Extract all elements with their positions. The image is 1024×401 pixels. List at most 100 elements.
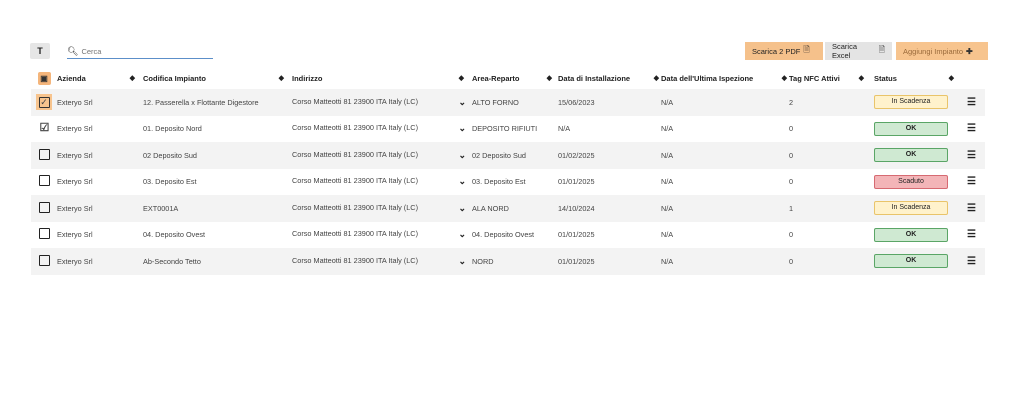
col-data-install[interactable]: Data di Installazione ◆ — [558, 67, 661, 89]
cell-codifica: 01. Deposito Nord — [143, 124, 202, 134]
cell-data-ispezione: N/A — [661, 89, 789, 116]
cell-area: 04. Deposito Ovest — [472, 230, 535, 240]
address-text: Corso Matteotti 81 23900 ITA Italy (LC) — [292, 255, 418, 265]
cell-indirizzo[interactable]: Corso Matteotti 81 23900 ITA Italy (LC) ⌄ — [292, 116, 472, 143]
table-header-row: ▣ Azienda ◆ Codifica Impianto ◆ Indirizzo ◆… — [31, 67, 985, 89]
table-row[interactable]: Exteryo Srl 02 Deposito Sud Corso Matteott… — [31, 142, 985, 169]
chevron-down-icon[interactable]: ⌄ — [458, 256, 466, 267]
col-codifica[interactable]: Codifica Impianto ◆ — [143, 67, 292, 89]
cell-data-install: 01/01/2025 — [558, 177, 595, 187]
row-checkbox[interactable] — [38, 175, 50, 187]
cell-data-install: 01/02/2025 — [558, 142, 661, 169]
add-plant-button[interactable]: Aggiungi Impianto ✚ — [896, 42, 988, 60]
cell-data-ispezione: N/A — [661, 230, 674, 240]
chevron-down-icon[interactable]: ⌄ — [458, 150, 466, 161]
col-data-ispezione[interactable]: Data dell'Ultima Ispezione ◆ — [661, 67, 789, 89]
table-row[interactable]: Exteryo Srl EXT0001A Corso Matteotti 81 23… — [31, 195, 985, 222]
row-checkbox[interactable]: ✓ — [36, 94, 52, 111]
col-indirizzo[interactable]: Indirizzo ◆ — [292, 67, 472, 89]
cell-status: OK — [874, 116, 958, 143]
search-input[interactable] — [81, 46, 202, 56]
cell-data-ispezione: N/A — [661, 248, 789, 275]
sort-icon: ◆ — [129, 74, 135, 82]
cell-indirizzo[interactable]: Corso Matteotti 81 23900 ITA Italy (LC) ⌄ — [292, 195, 472, 222]
download-excel-button[interactable]: Scarica Excel 🗎 — [825, 42, 892, 60]
chevron-down-icon[interactable]: ⌄ — [458, 176, 466, 187]
cell-status: OK — [874, 222, 958, 249]
filter-icon: T — [37, 46, 43, 56]
cell-status: In Scadenza — [874, 195, 958, 222]
status-badge: OK — [874, 121, 948, 136]
address-text: Corso Matteotti 81 23900 ITA Italy (LC) — [292, 149, 418, 159]
row-checkbox[interactable] — [38, 254, 50, 266]
search-icon: 🔍︎ — [67, 45, 79, 56]
col-tag-nfc[interactable]: Tag NFC Attivi ◆ — [789, 67, 874, 89]
cell-azienda: Exteryo Srl — [57, 230, 93, 240]
col-indirizzo-label: Indirizzo — [292, 73, 323, 83]
cell-status: OK — [874, 142, 958, 169]
row-menu-icon[interactable]: ☰ — [958, 169, 985, 196]
cell-data-install: 01/01/2025 — [558, 230, 595, 240]
table-row[interactable]: Exteryo Srl Ab-Secondo Tetto Corso Matteot… — [31, 248, 985, 275]
row-menu-icon[interactable]: ☰ — [958, 195, 985, 222]
sort-icon: ◆ — [948, 74, 954, 82]
cell-tag-nfc: 0 — [789, 177, 794, 187]
cell-area: ALA NORD — [472, 195, 558, 222]
cell-area: ALTO FORNO — [472, 89, 558, 116]
col-status[interactable]: Status ◆ — [874, 67, 958, 89]
address-text: Corso Matteotti 81 23900 ITA Italy (LC) — [292, 176, 418, 186]
row-checkbox[interactable] — [38, 201, 50, 213]
status-badge: OK — [874, 227, 948, 242]
table-row[interactable]: ☑ Exteryo Srl 01. Deposito Nord Corso Matte… — [31, 116, 985, 143]
address-text: Corso Matteotti 81 23900 ITA Italy (LC) — [292, 123, 418, 133]
col-data-install-label: Data di Installazione — [558, 73, 631, 83]
filter-button[interactable]: T — [30, 43, 50, 59]
col-azienda[interactable]: Azienda ◆ — [57, 67, 143, 89]
chevron-down-icon[interactable]: ⌄ — [458, 203, 466, 214]
search-box[interactable]: 🔍︎ — [67, 44, 213, 59]
cell-area: 03. Deposito Est — [472, 177, 526, 187]
chevron-down-icon[interactable]: ⌄ — [458, 97, 466, 108]
cell-azienda: Exteryo Srl — [57, 195, 143, 222]
download-pdf-button[interactable]: Scarica 2 PDF 🗎 — [745, 42, 823, 60]
address-text: Corso Matteotti 81 23900 ITA Italy (LC) — [292, 229, 418, 239]
sort-icon: ◆ — [858, 74, 864, 82]
table-row[interactable]: ✓ Exteryo Srl 12. Passerella x Flottante D… — [31, 89, 985, 116]
cell-indirizzo[interactable]: Corso Matteotti 81 23900 ITA Italy (LC) ⌄ — [292, 89, 472, 116]
cell-indirizzo[interactable]: Corso Matteotti 81 23900 ITA Italy (LC) ⌄ — [292, 222, 472, 249]
cell-area: 02 Deposito Sud — [472, 142, 558, 169]
cell-tag-nfc: 0 — [789, 248, 874, 275]
row-menu-icon[interactable]: ☰ — [958, 248, 985, 275]
cell-azienda: Exteryo Srl — [57, 124, 93, 134]
row-checkbox[interactable] — [38, 228, 50, 240]
cell-azienda: Exteryo Srl — [57, 142, 143, 169]
col-area[interactable]: Area-Reparto ◆ — [472, 67, 558, 89]
table-row[interactable]: Exteryo Srl 04. Deposito Ovest Corso Matte… — [31, 222, 985, 249]
cell-codifica: EXT0001A — [143, 195, 292, 222]
row-checkbox[interactable] — [38, 148, 50, 160]
cell-codifica: 04. Deposito Ovest — [143, 230, 206, 240]
cell-azienda: Exteryo Srl — [57, 248, 143, 275]
select-all-checkbox[interactable]: ▣ — [37, 71, 51, 85]
cell-tag-nfc: 0 — [789, 124, 794, 134]
row-menu-icon[interactable]: ☰ — [958, 222, 985, 249]
table-row[interactable]: Exteryo Srl 03. Deposito Est Corso Matteot… — [31, 169, 985, 196]
cell-data-ispezione: N/A — [661, 195, 789, 222]
plus-icon: ✚ — [966, 46, 973, 56]
plants-table: ▣ Azienda ◆ Codifica Impianto ◆ Indirizzo ◆… — [31, 67, 985, 275]
status-badge: Scaduto — [874, 174, 948, 189]
cell-indirizzo[interactable]: Corso Matteotti 81 23900 ITA Italy (LC) ⌄ — [292, 248, 472, 275]
cell-indirizzo[interactable]: Corso Matteotti 81 23900 ITA Italy (LC) ⌄ — [292, 169, 472, 196]
chevron-down-icon[interactable]: ⌄ — [458, 123, 466, 134]
status-badge: OK — [874, 148, 948, 163]
cell-data-install: N/A — [558, 124, 571, 134]
cell-tag-nfc: 0 — [789, 142, 874, 169]
row-menu-icon[interactable]: ☰ — [958, 116, 985, 143]
row-menu-icon[interactable]: ☰ — [958, 89, 985, 116]
cell-azienda: Exteryo Srl — [57, 177, 93, 187]
row-menu-icon[interactable]: ☰ — [958, 142, 985, 169]
row-checkbox[interactable]: ☑ — [40, 123, 50, 134]
chevron-down-icon[interactable]: ⌄ — [458, 229, 466, 240]
cell-indirizzo[interactable]: Corso Matteotti 81 23900 ITA Italy (LC) ⌄ — [292, 142, 472, 169]
cell-azienda: Exteryo Srl — [57, 89, 143, 116]
